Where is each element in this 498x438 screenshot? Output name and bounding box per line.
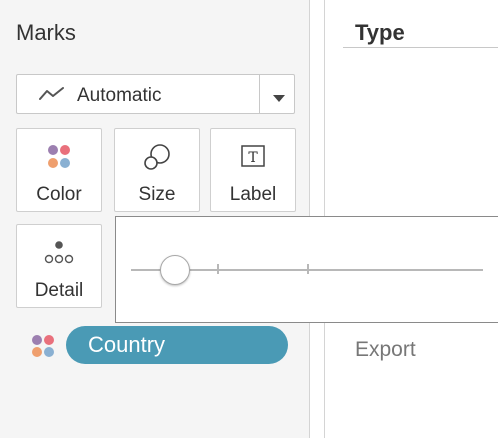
color-dots-icon — [17, 143, 101, 171]
detail-dots-icon — [17, 239, 101, 267]
marks-title: Marks — [16, 20, 76, 45]
export-label[interactable]: Export — [355, 338, 416, 362]
size-circles-icon — [115, 143, 199, 171]
detail-card[interactable]: Detail — [16, 224, 102, 308]
line-chart-icon — [39, 85, 65, 108]
color-field-row: Country — [30, 326, 292, 366]
size-card[interactable]: Size — [114, 128, 200, 212]
caret-down-icon[interactable] — [271, 91, 287, 109]
header-divider — [343, 47, 498, 48]
slider-tick — [307, 264, 309, 274]
slider-tick — [217, 264, 219, 274]
size-slider-thumb[interactable] — [160, 255, 190, 285]
color-card[interactable]: Color — [16, 128, 102, 212]
color-dots-icon — [30, 333, 56, 364]
country-field-pill[interactable]: Country — [66, 326, 288, 364]
color-card-label: Color — [36, 184, 82, 205]
dropdown-divider — [259, 75, 260, 113]
text-label-icon: T — [211, 143, 295, 171]
detail-card-label: Detail — [34, 280, 84, 301]
label-card[interactable]: T Label — [210, 128, 296, 212]
size-card-label: Size — [138, 184, 176, 205]
mark-type-dropdown[interactable]: Automatic — [16, 74, 295, 114]
label-card-label: Label — [229, 184, 277, 205]
type-column-header[interactable]: Type — [355, 20, 405, 46]
size-slider-popup — [115, 216, 498, 323]
mark-type-label: Automatic — [77, 85, 162, 106]
svg-text:T: T — [248, 150, 258, 166]
